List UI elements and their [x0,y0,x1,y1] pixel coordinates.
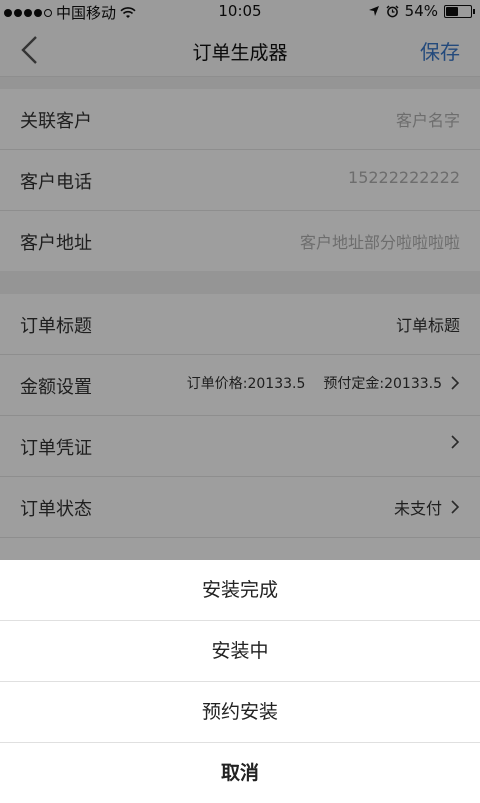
sheet-option-installing[interactable]: 安装中 [0,620,480,681]
sheet-option-install-complete[interactable]: 安装完成 [0,560,480,620]
sheet-option-schedule-install[interactable]: 预约安装 [0,681,480,742]
cancel-button[interactable]: 取消 [0,742,480,803]
order-generator-screen: 中国移动 10:05 54% 订单生成器 保存 关联客户 客户名字 客户电话 1… [0,0,480,803]
action-sheet: 安装完成 安装中 预约安装 取消 [0,560,480,803]
